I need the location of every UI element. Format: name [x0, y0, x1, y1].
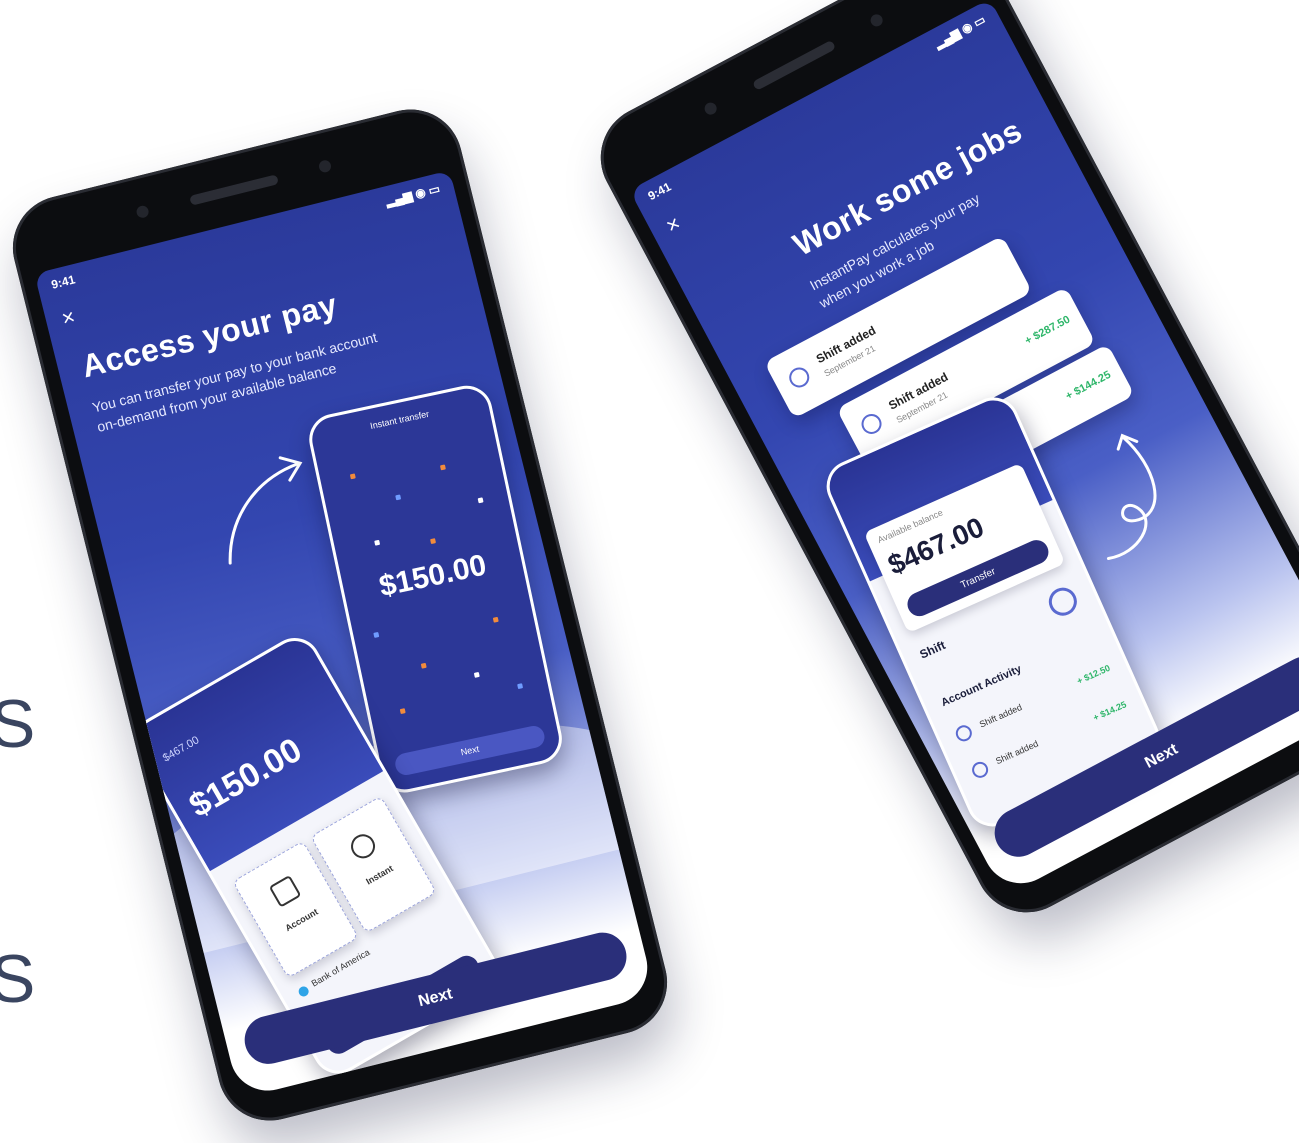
speaker-grille [752, 39, 837, 91]
edge-letter-bottom: S [0, 941, 36, 1017]
clock-icon [969, 759, 991, 781]
clock-icon [953, 722, 975, 744]
close-icon[interactable]: × [59, 304, 78, 331]
transfer-amount: $150.00 [376, 548, 490, 604]
coins-icon [346, 829, 380, 863]
confetti-piece [373, 631, 380, 638]
confetti-piece [399, 708, 406, 715]
activity-label: Shift added [994, 738, 1040, 767]
progress-ring-icon [1044, 583, 1082, 621]
confetti-piece [439, 464, 446, 471]
status-time: 9:41 [49, 272, 77, 292]
activity-label: Shift added [977, 701, 1024, 730]
screen-access-pay: 9:41 ▂▄▆ ◉ ▭ × Access your pay You can t… [34, 170, 656, 1099]
confetti-piece [430, 538, 437, 545]
sensor-icon [702, 100, 719, 117]
phone-access-pay: 9:41 ▂▄▆ ◉ ▭ × Access your pay You can t… [1, 98, 679, 1132]
confetti-piece [395, 494, 402, 501]
confetti-piece [349, 473, 356, 480]
sensor-icon [135, 204, 150, 220]
clock-icon [785, 363, 813, 391]
option-label: Account [283, 906, 320, 934]
shift-card-amount: + $287.50 [1023, 313, 1073, 348]
phone-work-jobs: 9:41 ▂▄▆ ◉ ▭ × Work some jobs InstantPay… [582, 0, 1299, 931]
activity-amount: + $12.50 [1075, 662, 1112, 687]
camera-icon [868, 12, 885, 29]
confetti-piece [477, 497, 484, 504]
status-time: 9:41 [645, 179, 674, 204]
camera-icon [317, 159, 333, 174]
confetti-piece [420, 662, 427, 669]
close-icon[interactable]: × [661, 210, 684, 238]
signal-battery-icon: ▂▄▆ ◉ ▭ [384, 181, 442, 209]
mini-title-bar: Instant transfer [369, 408, 431, 432]
section-title: Shift [917, 638, 948, 662]
clock-icon [858, 410, 886, 438]
confetti-piece [374, 539, 381, 546]
shift-card-amount: + $144.25 [1063, 368, 1113, 403]
option-label: Instant [364, 863, 395, 887]
confetti-piece [492, 616, 499, 623]
speaker-grille [189, 174, 279, 206]
activity-amount: + $14.25 [1091, 699, 1128, 723]
edge-letter-top: S [0, 686, 36, 762]
confetti-piece [517, 683, 524, 690]
bank-icon [268, 874, 302, 908]
bank-logo-icon [296, 984, 311, 999]
confetti-piece [473, 671, 480, 678]
